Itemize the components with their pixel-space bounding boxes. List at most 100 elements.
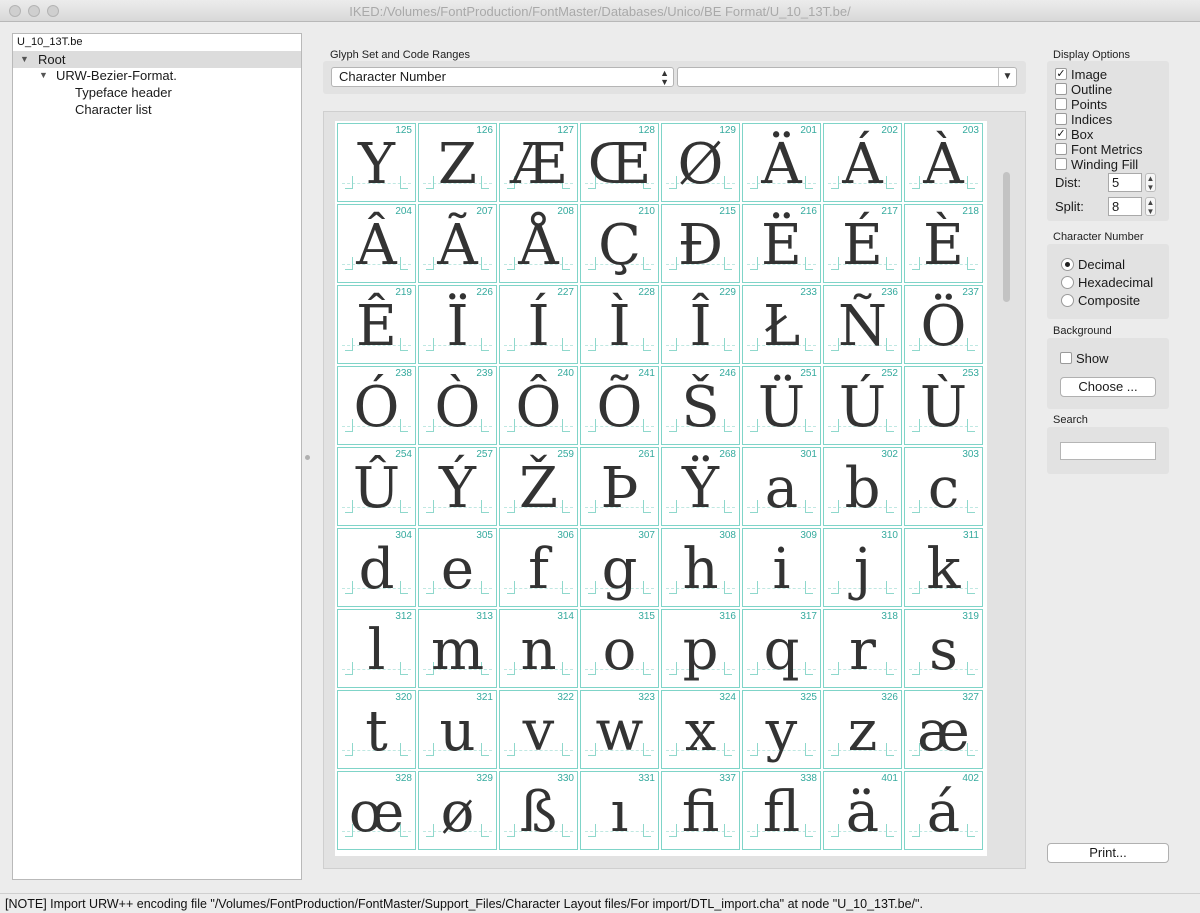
glyph-cell[interactable]: 257 Ý	[418, 447, 497, 526]
glyph-cell[interactable]: 215 Đ	[661, 204, 740, 283]
checkbox-box[interactable]: ✓	[1055, 128, 1067, 140]
glyph-cell[interactable]: 302 b	[823, 447, 902, 526]
tree-item-character-list[interactable]: Character list	[13, 101, 301, 118]
dist-input[interactable]: 5	[1108, 173, 1142, 192]
checkbox-box[interactable]	[1055, 143, 1067, 155]
glyph-cell[interactable]: 307 g	[580, 528, 659, 607]
glyph-cell[interactable]: 218 È	[904, 204, 983, 283]
glyph-cell[interactable]: 203 À	[904, 123, 983, 202]
glyph-cell[interactable]: 401 ä	[823, 771, 902, 850]
glyph-cell[interactable]: 323 w	[580, 690, 659, 769]
glyph-cell[interactable]: 337 fi	[661, 771, 740, 850]
radio-button[interactable]	[1061, 276, 1074, 289]
disclosure-triangle-icon[interactable]: ▼	[39, 67, 48, 84]
glyph-cell[interactable]: 238 Ó	[337, 366, 416, 445]
checkbox-box[interactable]	[1055, 98, 1067, 110]
glyph-cell[interactable]: 402 á	[904, 771, 983, 850]
glyph-cell[interactable]: 210 Ç	[580, 204, 659, 283]
glyph-cell[interactable]: 308 h	[661, 528, 740, 607]
glyph-set-select[interactable]: Character Number ▲ ▼	[331, 67, 674, 87]
split-input[interactable]: 8	[1108, 197, 1142, 216]
glyph-cell[interactable]: 207 Ã	[418, 204, 497, 283]
glyph-cell[interactable]: 315 o	[580, 609, 659, 688]
glyph-cell[interactable]: 312 l	[337, 609, 416, 688]
radio-button[interactable]	[1061, 258, 1074, 271]
search-input[interactable]	[1060, 442, 1156, 460]
glyph-cell[interactable]: 314 n	[499, 609, 578, 688]
checkbox-box[interactable]	[1055, 83, 1067, 95]
glyph-grid[interactable]: 125 Y 126 Z 127 Æ 128 Œ 129 Ø 201 Ä 202 Á 203 À 204 Â 207 Ã…	[335, 121, 987, 856]
radio-button[interactable]	[1061, 294, 1074, 307]
glyph-cell[interactable]: 246 Š	[661, 366, 740, 445]
glyph-cell[interactable]: 317 q	[742, 609, 821, 688]
glyph-cell[interactable]: 228 Ì	[580, 285, 659, 364]
glyph-cell[interactable]: 216 Ë	[742, 204, 821, 283]
glyph-cell[interactable]: 268 Ÿ	[661, 447, 740, 526]
glyph-cell[interactable]: 237 Ö	[904, 285, 983, 364]
glyph-cell[interactable]: 126 Z	[418, 123, 497, 202]
glyph-cell[interactable]: 306 f	[499, 528, 578, 607]
glyph-cell[interactable]: 310 j	[823, 528, 902, 607]
chevron-down-icon[interactable]: ▼	[998, 68, 1016, 86]
glyph-cell[interactable]: 254 Û	[337, 447, 416, 526]
glyph-cell[interactable]: 259 Ž	[499, 447, 578, 526]
glyph-cell[interactable]: 319 s	[904, 609, 983, 688]
glyph-cell[interactable]: 320 t	[337, 690, 416, 769]
glyph-cell[interactable]: 233 Ł	[742, 285, 821, 364]
tree-file-name[interactable]: U_10_13T.be	[17, 36, 82, 48]
glyph-cell[interactable]: 305 e	[418, 528, 497, 607]
scrollbar-thumb[interactable]	[1003, 172, 1010, 302]
glyph-cell[interactable]: 304 d	[337, 528, 416, 607]
glyph-cell[interactable]: 318 r	[823, 609, 902, 688]
checkbox-box[interactable]	[1060, 352, 1072, 364]
glyph-cell[interactable]: 329 ø	[418, 771, 497, 850]
glyph-cell[interactable]: 236 Ñ	[823, 285, 902, 364]
glyph-cell[interactable]: 324 x	[661, 690, 740, 769]
glyph-cell[interactable]: 301 a	[742, 447, 821, 526]
glyph-cell[interactable]: 313 m	[418, 609, 497, 688]
checkbox-box[interactable]: ✓	[1055, 68, 1067, 80]
glyph-cell[interactable]: 261 Þ	[580, 447, 659, 526]
glyph-cell[interactable]: 309 i	[742, 528, 821, 607]
glyph-cell[interactable]: 125 Y	[337, 123, 416, 202]
glyph-cell[interactable]: 227 Í	[499, 285, 578, 364]
split-stepper[interactable]: ▲ ▼	[1145, 197, 1156, 216]
glyph-cell[interactable]: 226 Ï	[418, 285, 497, 364]
glyph-cell[interactable]: 316 p	[661, 609, 740, 688]
glyph-cell[interactable]: 201 Ä	[742, 123, 821, 202]
choose-background-button[interactable]: Choose ...	[1060, 377, 1156, 397]
print-button[interactable]: Print...	[1047, 843, 1169, 863]
database-tree[interactable]: U_10_13T.be ▼ Root ▼ URW-Bezier-Format. …	[12, 33, 302, 880]
glyph-cell[interactable]: 252 Ú	[823, 366, 902, 445]
tree-item-format[interactable]: ▼ URW-Bezier-Format.	[13, 67, 301, 84]
glyph-cell[interactable]: 204 Â	[337, 204, 416, 283]
glyph-cell[interactable]: 327 æ	[904, 690, 983, 769]
checkbox-box[interactable]	[1055, 158, 1067, 170]
glyph-cell[interactable]: 253 Ù	[904, 366, 983, 445]
glyph-cell[interactable]: 208 Å	[499, 204, 578, 283]
glyph-cell[interactable]: 251 Ü	[742, 366, 821, 445]
splitter-handle[interactable]	[305, 455, 310, 460]
glyph-cell[interactable]: 330 ß	[499, 771, 578, 850]
glyph-cell[interactable]: 322 v	[499, 690, 578, 769]
glyph-cell[interactable]: 229 Î	[661, 285, 740, 364]
glyph-cell[interactable]: 129 Ø	[661, 123, 740, 202]
glyph-cell[interactable]: 321 u	[418, 690, 497, 769]
glyph-cell[interactable]: 326 z	[823, 690, 902, 769]
glyph-cell[interactable]: 338 fl	[742, 771, 821, 850]
glyph-cell[interactable]: 127 Æ	[499, 123, 578, 202]
glyph-cell[interactable]: 325 y	[742, 690, 821, 769]
glyph-cell[interactable]: 217 É	[823, 204, 902, 283]
tree-item-root[interactable]: ▼ Root	[13, 51, 301, 68]
disclosure-triangle-icon[interactable]: ▼	[20, 51, 29, 68]
glyph-cell[interactable]: 202 Á	[823, 123, 902, 202]
glyph-cell[interactable]: 240 Ô	[499, 366, 578, 445]
glyph-cell[interactable]: 331 ı	[580, 771, 659, 850]
glyph-cell[interactable]: 241 Õ	[580, 366, 659, 445]
tree-item-typeface-header[interactable]: Typeface header	[13, 84, 301, 101]
glyph-cell[interactable]: 128 Œ	[580, 123, 659, 202]
glyph-cell[interactable]: 328 œ	[337, 771, 416, 850]
code-range-combo[interactable]: ▼	[677, 67, 1017, 87]
dist-stepper[interactable]: ▲ ▼	[1145, 173, 1156, 192]
glyph-cell[interactable]: 219 Ê	[337, 285, 416, 364]
